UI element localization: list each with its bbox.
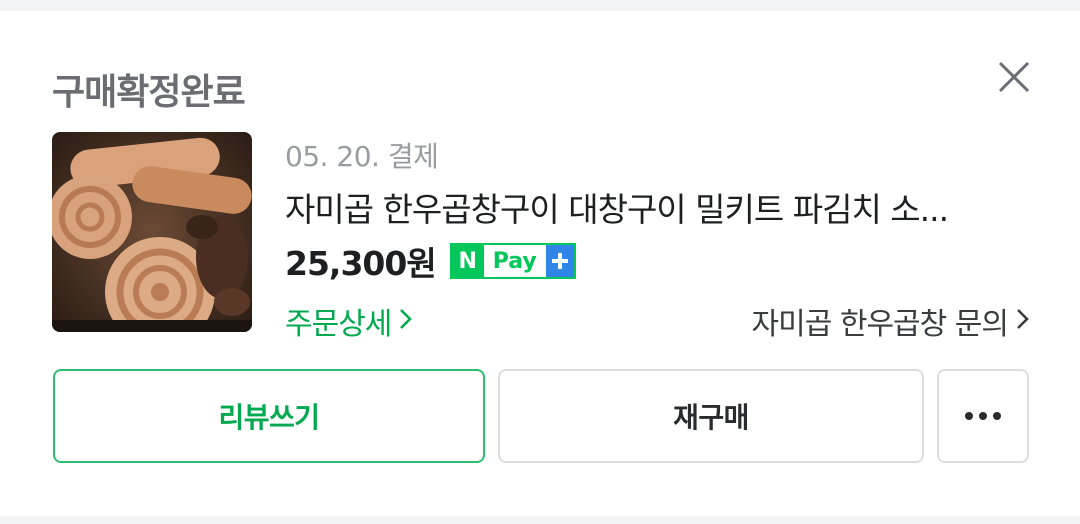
chevron-right-icon <box>1016 304 1030 339</box>
write-review-button[interactable]: 리뷰쓰기 <box>53 369 485 463</box>
product-name[interactable]: 자미곱 한우곱창구이 대창구이 밀키트 파김치 소... <box>285 183 1030 231</box>
rebuy-button[interactable]: 재구매 <box>498 369 924 463</box>
order-detail-link[interactable]: 주문상세 <box>285 299 413 343</box>
more-icon <box>965 412 1001 420</box>
product-price: 25,300원 <box>285 244 437 283</box>
order-card: 구매확정완료 05. 20. 결제 자미곱 한우곱창구이 대창구이 밀키트 파김… <box>0 11 1080 516</box>
npay-n-icon: N <box>451 245 484 277</box>
more-options-button[interactable] <box>937 369 1029 463</box>
chevron-right-icon <box>399 304 413 339</box>
payment-date: 05. 20. 결제 <box>285 140 439 173</box>
price-row: 25,300원 N Pay <box>285 237 576 285</box>
page-title: 구매확정완료 <box>52 72 246 113</box>
npay-label: Pay <box>483 245 546 277</box>
plus-icon <box>545 245 574 277</box>
product-thumbnail[interactable] <box>52 132 252 332</box>
rebuy-label: 재구매 <box>673 401 749 434</box>
seller-inquiry-link[interactable]: 자미곱 한우곱창 문의 <box>752 299 1030 343</box>
npay-badge: N Pay <box>449 243 576 279</box>
write-review-label: 리뷰쓰기 <box>218 401 320 434</box>
seller-inquiry-label: 자미곱 한우곱창 문의 <box>751 307 1009 342</box>
close-icon[interactable] <box>994 57 1034 97</box>
order-detail-label: 주문상세 <box>285 307 392 342</box>
